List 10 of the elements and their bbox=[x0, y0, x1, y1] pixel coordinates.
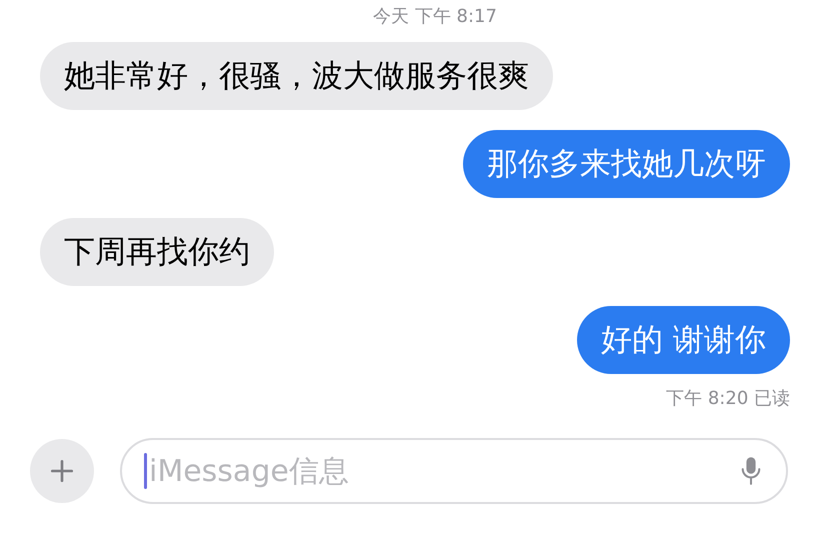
message-field[interactable]: iMessage信息 bbox=[120, 438, 788, 504]
message-bubble: 她非常好，很骚，波大做服务很爽 bbox=[40, 42, 553, 110]
text-cursor bbox=[144, 453, 147, 489]
message-bubble: 下周再找你约 bbox=[40, 218, 274, 286]
message-bubble: 好的 谢谢你 bbox=[577, 306, 790, 374]
plus-icon bbox=[49, 458, 75, 484]
read-receipt: 下午 8:20 已读 bbox=[666, 387, 790, 410]
timestamp: 今天 下午 8:17 bbox=[373, 5, 497, 28]
microphone-icon[interactable] bbox=[740, 455, 762, 487]
message-bubble: 那你多来找她几次呀 bbox=[463, 130, 790, 198]
